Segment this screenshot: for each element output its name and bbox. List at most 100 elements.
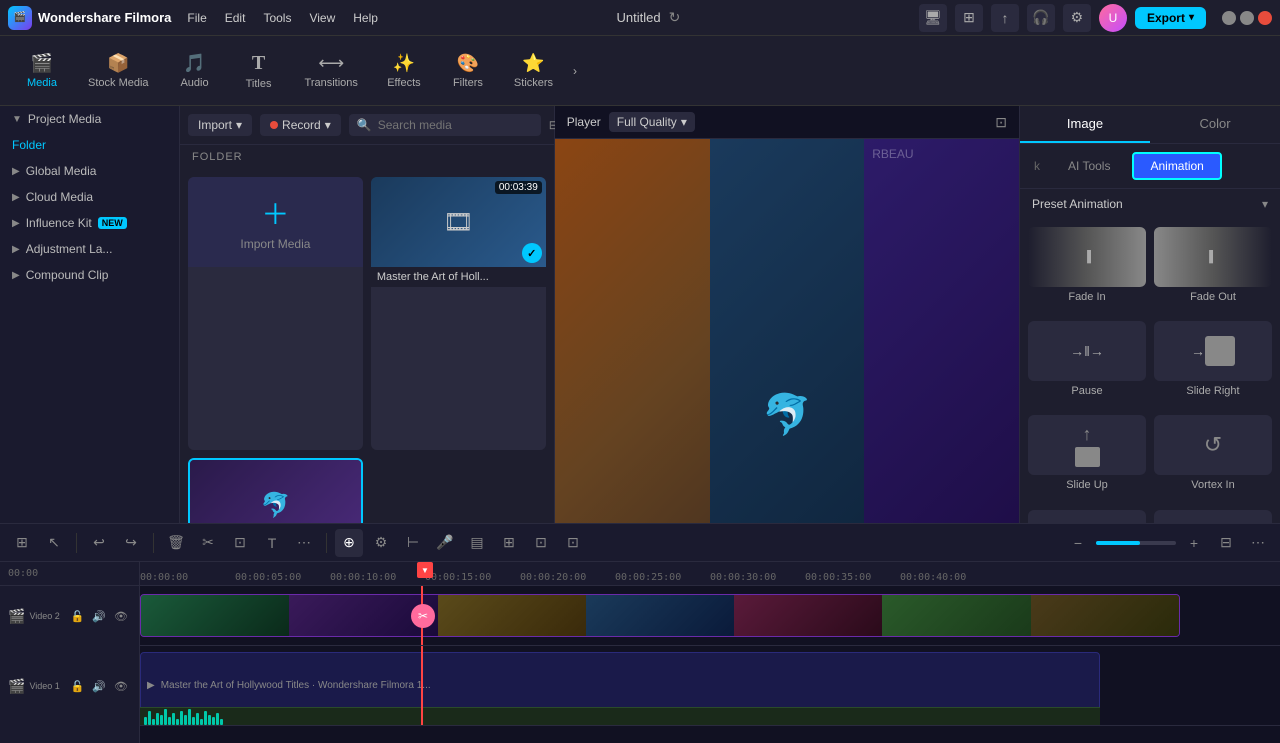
tl-dots-btn[interactable]: ⋯ — [1244, 529, 1272, 557]
tl-select-btn[interactable]: ↖ — [40, 529, 68, 557]
tl-split-btn[interactable]: ⊢ — [399, 529, 427, 557]
tl-crop-btn[interactable]: ⊡ — [226, 529, 254, 557]
wave-bar-19 — [216, 713, 219, 725]
toolbar-media[interactable]: 🎬 Media — [12, 47, 72, 95]
toolbar-titles[interactable]: T Titles — [229, 46, 289, 96]
influence-kit-item[interactable]: ▶ Influence Kit NEW — [0, 210, 179, 236]
anim-slide-up[interactable]: ↑ Slide Up — [1028, 415, 1146, 501]
tl-settings-btn[interactable]: ⚙ — [367, 529, 395, 557]
fade-in-icon: ▐ — [1083, 251, 1091, 263]
plus-icon: ＋ — [261, 193, 289, 233]
video1-volume-btn[interactable]: 🔊 — [89, 679, 109, 694]
toolbar-audio[interactable]: 🎵 Audio — [165, 47, 225, 95]
tl-more-btn[interactable]: ⋯ — [290, 529, 318, 557]
maximize-button[interactable] — [1240, 11, 1254, 25]
export-button[interactable]: Export ▾ — [1135, 7, 1206, 29]
zoom-slider[interactable] — [1096, 541, 1176, 545]
video2-eye-btn[interactable]: 👁 — [111, 609, 131, 624]
video2-clip[interactable] — [140, 594, 1180, 637]
cloud-media-item[interactable]: ▶ Cloud Media — [0, 184, 179, 210]
compound-clip-label: Compound Clip — [26, 268, 109, 282]
anim-fade-out[interactable]: ▌ Fade Out — [1154, 227, 1272, 313]
quality-select[interactable]: Full Quality ▾ — [609, 112, 695, 132]
menu-items: File Edit Tools View Help — [187, 11, 378, 25]
tl-delete-btn[interactable]: 🗑 — [162, 529, 190, 557]
project-media-item[interactable]: ▼ Project Media — [0, 106, 179, 132]
tl-subtitle-btn[interactable]: ▤ — [463, 529, 491, 557]
toolbar-stickers[interactable]: ⭐ Stickers — [502, 47, 565, 95]
toolbar-stock-media[interactable]: 📦 Stock Media — [76, 47, 161, 95]
close-button[interactable] — [1258, 11, 1272, 25]
record-button[interactable]: Record ▾ — [260, 114, 341, 136]
export-label: Export — [1147, 11, 1185, 25]
effects-icon: ✨ — [393, 53, 415, 74]
tab-color[interactable]: Color — [1150, 106, 1280, 143]
tl-text-btn[interactable]: T — [258, 529, 286, 557]
adjustment-la-item[interactable]: ▶ Adjustment La... — [0, 236, 179, 262]
menu-help[interactable]: Help — [353, 11, 378, 25]
menu-file[interactable]: File — [187, 11, 206, 25]
tl-add-track-btn[interactable]: ⊞ — [8, 529, 36, 557]
search-bar[interactable]: 🔍 — [349, 114, 541, 136]
project-title[interactable]: Untitled — [617, 10, 661, 25]
sub-tab-ai-tools[interactable]: AI Tools — [1052, 154, 1126, 178]
video2-track-icon: 🎬 — [8, 608, 25, 625]
menu-tools[interactable]: Tools — [263, 11, 291, 25]
zoom-out-btn[interactable]: − — [1064, 529, 1092, 557]
duration-badge-1: 00:03:39 — [495, 181, 542, 194]
frame-3 — [438, 595, 586, 636]
folder-item[interactable]: Folder — [0, 132, 179, 158]
toolbar-effects[interactable]: ✨ Effects — [374, 47, 434, 95]
anim-vortex-in[interactable]: ↺ Vortex In — [1154, 415, 1272, 501]
tl-collab-btn[interactable]: ⊡ — [527, 529, 555, 557]
user-avatar[interactable]: U — [1099, 4, 1127, 32]
minimize-button[interactable] — [1222, 11, 1236, 25]
pause-arrows: →‖→ — [1070, 343, 1104, 359]
media-item-1[interactable]: 00:03:39 ✓ 🎞 Master the Art of Holl... — [371, 177, 546, 450]
tl-multicam-btn[interactable]: ⊞ — [495, 529, 523, 557]
import-button[interactable]: Import ▾ — [188, 114, 252, 136]
slide-up-thumb: ↑ — [1028, 415, 1146, 475]
record-dot — [270, 121, 278, 129]
toolbar-filters[interactable]: 🎨 Filters — [438, 47, 498, 95]
monitor-icon[interactable]: 🖥 — [919, 4, 947, 32]
anim-fade-in[interactable]: ▐ Fade In — [1028, 227, 1146, 313]
compound-clip-item[interactable]: ▶ Compound Clip — [0, 262, 179, 288]
effects-label: Effects — [387, 77, 420, 89]
toolbar-expand[interactable]: › — [569, 60, 581, 82]
global-media-item[interactable]: ▶ Global Media — [0, 158, 179, 184]
slide-up-bar — [1075, 447, 1100, 467]
sub-tab-animation[interactable]: Animation — [1132, 152, 1221, 180]
zoom-in-btn[interactable]: + — [1180, 529, 1208, 557]
slide-right-bar — [1205, 336, 1235, 366]
tl-grid-btn[interactable]: ⊟ — [1212, 529, 1240, 557]
import-media-item[interactable]: ＋ Import Media — [188, 177, 363, 450]
toolbar-transitions[interactable]: ⟷ Transitions — [293, 47, 370, 95]
headphone-icon[interactable]: 🎧 — [1027, 4, 1055, 32]
refresh-icon[interactable]: ↻ — [669, 9, 681, 26]
search-input[interactable] — [378, 118, 533, 132]
menu-edit[interactable]: Edit — [225, 11, 246, 25]
fade-in-thumb: ▐ — [1028, 227, 1146, 287]
menu-center: Untitled ↻ — [394, 9, 903, 26]
grid-icon[interactable]: ⊞ — [955, 4, 983, 32]
tl-voice-btn[interactable]: 🎤 — [431, 529, 459, 557]
video2-volume-btn[interactable]: 🔊 — [89, 609, 109, 624]
video2-lock-btn[interactable]: 🔓 — [68, 609, 88, 624]
anim-slide-right[interactable]: → Slide Right — [1154, 321, 1272, 407]
video1-label: Video 1 — [29, 681, 59, 691]
tl-cut-btn[interactable]: ✂ — [194, 529, 222, 557]
puzzle-icon[interactable]: ⚙ — [1063, 4, 1091, 32]
tl-magnet-btn[interactable]: ⊕ — [335, 529, 363, 557]
preview-external-icon[interactable]: ⊡ — [995, 114, 1007, 131]
tl-detach-btn[interactable]: ⊡ — [559, 529, 587, 557]
tl-undo-btn[interactable]: ↩ — [85, 529, 113, 557]
menu-view[interactable]: View — [309, 11, 335, 25]
share-icon[interactable]: ↑ — [991, 4, 1019, 32]
preset-header: Preset Animation ▾ — [1020, 189, 1280, 219]
video1-eye-btn[interactable]: 👁 — [111, 679, 131, 694]
anim-pause[interactable]: →‖→ Pause — [1028, 321, 1146, 407]
tl-redo-btn[interactable]: ↪ — [117, 529, 145, 557]
video1-lock-btn[interactable]: 🔓 — [68, 679, 88, 694]
tab-image[interactable]: Image — [1020, 106, 1150, 143]
